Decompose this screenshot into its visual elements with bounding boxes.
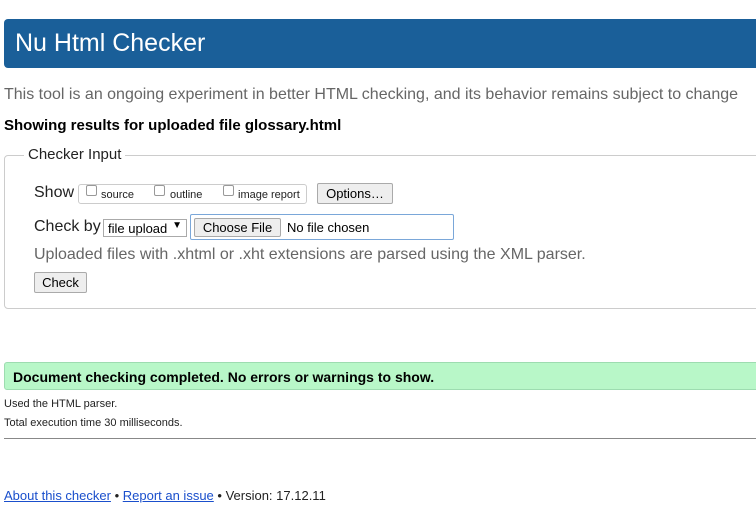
choose-file-button[interactable]: Choose File [194, 218, 281, 237]
header-bar: Nu Html Checker [4, 19, 756, 68]
parser-info: Used the HTML parser. [4, 398, 118, 410]
show-options-group: source outline image report [78, 184, 307, 204]
success-message: Document checking completed. No errors o… [13, 369, 435, 385]
show-label: Show [34, 184, 75, 201]
outline-checkbox[interactable] [154, 185, 165, 196]
version-text: • Version: 17.12.11 [213, 488, 326, 503]
file-status-text: No file chosen [287, 220, 370, 235]
options-button[interactable]: Options… [317, 183, 393, 204]
check-button[interactable]: Check [34, 272, 87, 293]
report-issue-link[interactable]: Report an issue [123, 488, 214, 503]
dropdown-arrow-icon: ▼ [172, 220, 182, 231]
footer-separator: • [110, 488, 123, 503]
file-input[interactable]: Choose File No file chosen [190, 214, 454, 240]
success-message-box: Document checking completed. No errors o… [4, 362, 756, 390]
intro-text: This tool is an ongoing experiment in be… [4, 86, 739, 103]
results-heading: Showing results for uploaded file glossa… [4, 117, 342, 134]
page: Nu Html Checker This tool is an ongoing … [0, 0, 756, 519]
check-by-selected-value: file upload [108, 221, 168, 236]
check-by-select[interactable]: file upload ▼ [103, 219, 187, 237]
about-checker-link[interactable]: About this checker [4, 488, 111, 503]
execution-time: Total execution time 30 milliseconds. [4, 417, 183, 429]
page-title: Nu Html Checker [15, 29, 206, 57]
checker-input-legend: Checker Input [24, 146, 126, 163]
source-checkbox-label: source [101, 189, 135, 201]
source-checkbox[interactable] [86, 185, 97, 196]
image-report-checkbox-label: image report [238, 189, 300, 201]
divider [4, 438, 756, 439]
outline-checkbox-label: outline [170, 189, 203, 201]
check-by-label: Check by [34, 218, 101, 235]
xml-parser-hint: Uploaded files with .xhtml or .xht exten… [34, 246, 586, 263]
image-report-checkbox[interactable] [223, 185, 234, 196]
footer: About this checker • Report an issue • V… [4, 488, 326, 503]
